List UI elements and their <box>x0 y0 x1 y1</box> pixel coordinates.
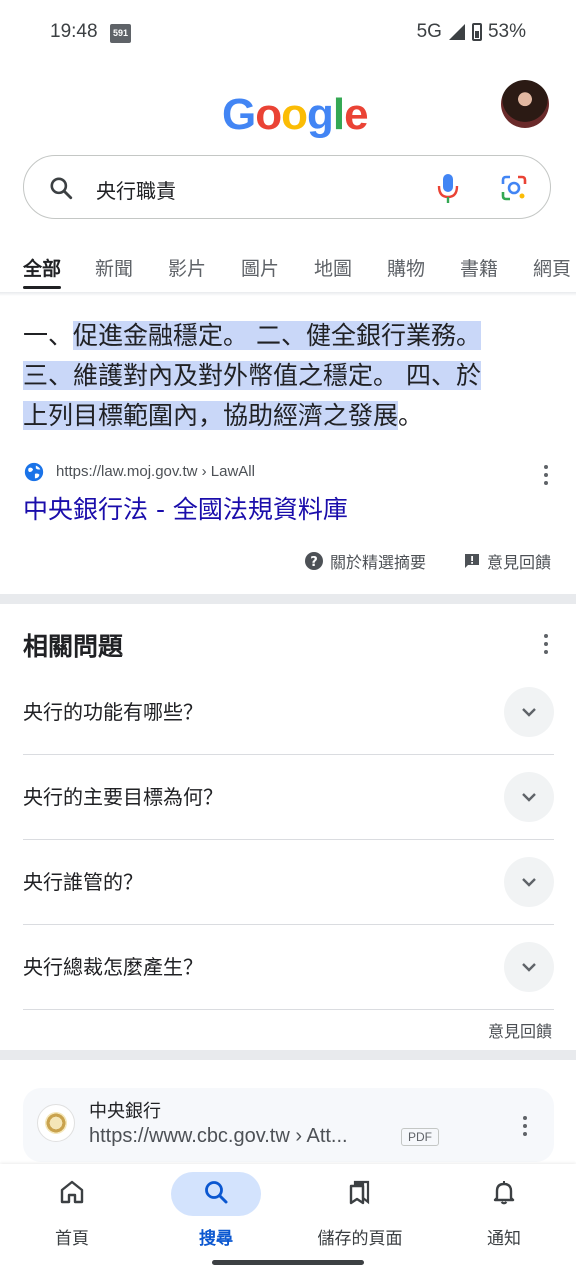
pdf-tag: PDF <box>401 1128 439 1146</box>
feedback-icon <box>465 554 479 568</box>
search-box[interactable]: 央行職責 <box>23 155 551 219</box>
logo-letter: o <box>255 90 282 139</box>
logo-letter: G <box>222 90 256 139</box>
site-favicon-icon <box>37 1104 75 1142</box>
section-divider <box>0 1050 576 1060</box>
microphone-icon[interactable] <box>436 172 460 204</box>
status-time: 19:48 <box>50 21 98 42</box>
source-title-link[interactable]: 中央銀行法 - 全國法規資料庫 <box>23 490 348 526</box>
chevron-down-icon <box>522 878 536 887</box>
expand-button[interactable] <box>504 942 554 992</box>
question-text: 央行的功能有哪些？ <box>23 700 203 724</box>
nav-notifications[interactable]: 通知 <box>432 1164 576 1264</box>
nav-label: 搜尋 <box>199 1229 233 1249</box>
search-icon <box>50 177 73 200</box>
expand-button[interactable] <box>504 772 554 822</box>
result-site-name: 中央銀行 <box>89 1101 161 1122</box>
search-tabs: 全部 新聞 影片 圖片 地圖 購物 書籍 網頁 <box>0 254 576 289</box>
related-questions-title: 相關問題 <box>23 632 124 661</box>
snippet-highlight: 促進金融穩定。 二、健全銀行業務。 <box>73 321 481 350</box>
expand-button[interactable] <box>504 687 554 737</box>
status-right: 5G 53% <box>417 21 526 43</box>
snippet-highlight: 上列目標範圍內，協助經濟之發展 <box>23 401 399 430</box>
snippet-source-row[interactable]: https://law.moj.gov.tw › LawAll <box>23 461 554 485</box>
search-icon <box>205 1181 228 1204</box>
related-feedback-link[interactable]: 意見回饋 <box>488 1018 552 1042</box>
nav-home[interactable]: 首頁 <box>0 1164 144 1264</box>
bookmarks-icon <box>349 1180 370 1205</box>
nav-label: 首頁 <box>55 1229 89 1249</box>
related-question[interactable]: 央行的功能有哪些？ <box>23 670 554 755</box>
section-divider <box>0 594 576 604</box>
tabs-divider <box>0 292 576 296</box>
status-bar: 19:48 591 5G 53% <box>0 0 576 66</box>
search-input[interactable]: 央行職責 <box>96 175 176 204</box>
tab-shopping[interactable]: 購物 <box>387 254 425 281</box>
logo-letter: g <box>307 90 334 139</box>
google-lens-icon[interactable] <box>500 174 528 202</box>
question-text: 央行誰管的？ <box>23 870 143 894</box>
google-logo[interactable]: Google <box>222 90 369 140</box>
snippet-prefix: 一、 <box>23 321 74 350</box>
nav-label: 通知 <box>487 1229 521 1249</box>
nav-search[interactable]: 搜尋 <box>144 1164 288 1264</box>
snippet-feedback[interactable]: 意見回饋 <box>463 549 551 573</box>
battery-icon <box>471 23 482 41</box>
gesture-home-indicator[interactable] <box>212 1260 364 1265</box>
tab-maps[interactable]: 地圖 <box>314 254 352 281</box>
tab-news[interactable]: 新聞 <box>95 254 133 281</box>
question-text: 央行總裁怎麼產生？ <box>23 955 203 979</box>
result-url: https://www.cbc.gov.tw › Att... <box>89 1125 348 1147</box>
source-url: https://law.moj.gov.tw › LawAll <box>56 463 255 480</box>
snippet-highlight: 三、維護對內及對外幣值之穩定。 四、於 <box>23 361 481 390</box>
chevron-down-icon <box>522 708 536 717</box>
featured-snippet: 一、促進金融穩定。 二、健全銀行業務。 三、維護對內及對外幣值之穩定。 四、於 … <box>23 316 543 436</box>
about-label: 關於精選摘要 <box>330 553 427 572</box>
related-question[interactable]: 央行的主要目標為何？ <box>23 755 554 840</box>
chevron-down-icon <box>522 963 536 972</box>
expand-button[interactable] <box>504 857 554 907</box>
home-icon <box>60 1180 84 1204</box>
tab-videos[interactable]: 影片 <box>168 254 206 281</box>
notification-badge-icon: 591 <box>110 24 131 43</box>
nav-label: 儲存的頁面 <box>317 1229 403 1249</box>
chevron-down-icon <box>522 793 536 802</box>
help-icon: ? <box>305 552 323 570</box>
related-question[interactable]: 央行總裁怎麼產生？ <box>23 925 554 1010</box>
more-options-icon[interactable] <box>543 634 549 658</box>
feedback-label: 意見回饋 <box>487 553 552 572</box>
network-label: 5G <box>416 21 442 42</box>
battery-label: 53% <box>487 21 526 42</box>
logo-letter: l <box>332 90 345 139</box>
about-featured-snippets[interactable]: ? 關於精選摘要 <box>304 549 426 573</box>
svg-text:?: ? <box>310 555 318 570</box>
more-options-icon[interactable] <box>543 465 549 489</box>
search-result-card[interactable]: 中央銀行 https://www.cbc.gov.tw › Att... PDF <box>23 1088 554 1162</box>
logo-letter: o <box>281 90 308 139</box>
logo-letter: e <box>344 90 369 139</box>
tab-all[interactable]: 全部 <box>23 254 62 289</box>
tab-books[interactable]: 書籍 <box>460 254 498 281</box>
tab-images[interactable]: 圖片 <box>241 254 279 281</box>
bell-icon <box>493 1181 515 1205</box>
question-text: 央行的主要目標為何？ <box>23 785 223 809</box>
nav-saved[interactable]: 儲存的頁面 <box>288 1164 432 1264</box>
tab-web[interactable]: 網頁 <box>533 254 571 281</box>
globe-icon <box>24 462 44 482</box>
avatar[interactable] <box>501 80 549 128</box>
related-question[interactable]: 央行誰管的？ <box>23 840 554 925</box>
snippet-suffix: 。 <box>398 401 424 430</box>
more-options-icon[interactable] <box>522 1116 528 1140</box>
signal-icon <box>448 24 465 40</box>
